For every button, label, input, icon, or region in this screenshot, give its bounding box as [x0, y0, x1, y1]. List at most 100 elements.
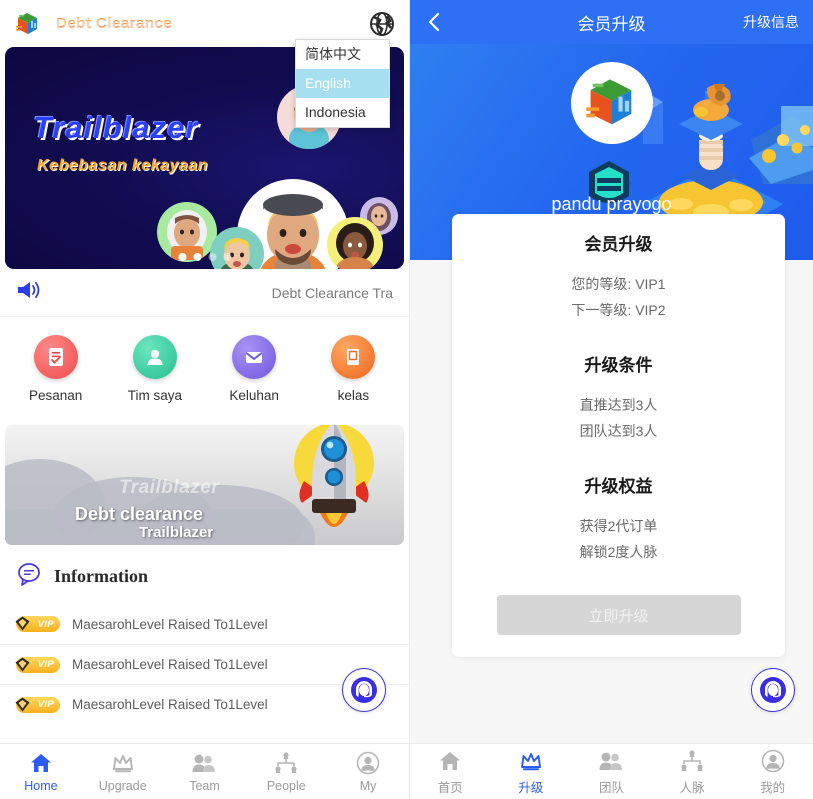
- avatar: [570, 62, 653, 144]
- upgrade-screen-panel: 会员升级 升级信息 pandu prayogo 会员升级 您的等级: VIP1 …: [410, 0, 813, 799]
- diamond-icon: [14, 656, 31, 673]
- conditions-title: 升级条件: [584, 356, 653, 375]
- diamond-icon: [14, 696, 31, 713]
- tab-label: 我的: [760, 780, 786, 795]
- card-title: 会员升级: [584, 235, 653, 254]
- promo-ghost-text: Trailblazer: [119, 477, 220, 498]
- upgrade-card: 会员升级 您的等级: VIP1 下一等级: VIP2 升级条件 直推达到3人 团…: [452, 214, 785, 657]
- tab-my[interactable]: My: [327, 750, 409, 793]
- brand-title: Debt Clearance: [56, 15, 173, 32]
- quick-action-keluhan[interactable]: Keluhan: [205, 335, 304, 403]
- condition-item: 直推达到3人: [579, 397, 658, 413]
- notice-text: Debt Clearance Tra: [271, 284, 393, 301]
- tab-label: 首页: [437, 780, 463, 795]
- tab-people[interactable]: 人脉: [652, 748, 733, 796]
- tab-home[interactable]: 首页: [410, 748, 491, 796]
- user-name: pandu prayogo: [551, 194, 672, 214]
- promo-line-1: Debt clearance: [75, 504, 204, 524]
- tab-people[interactable]: People: [245, 750, 327, 793]
- bottom-navigation: 首页 升级 团队 人脉 我的: [410, 743, 813, 799]
- promo-banner[interactable]: Trailblazer Debt clearance Trailblazer: [5, 425, 404, 545]
- avatar: [327, 217, 383, 269]
- tab-my[interactable]: 我的: [732, 748, 813, 796]
- speaker-icon: [16, 279, 42, 306]
- group-icon: [164, 750, 246, 776]
- envelope-icon: [232, 335, 277, 379]
- person-icon: [132, 335, 177, 379]
- current-level-text: 您的等级: VIP1: [571, 276, 666, 292]
- tab-upgrade[interactable]: Upgrade: [82, 750, 164, 793]
- benefit-item: 解锁2度人脉: [579, 544, 658, 560]
- user-icon: [732, 748, 813, 774]
- upgrade-header: 会员升级 升级信息: [410, 0, 813, 44]
- network-icon: [652, 748, 733, 774]
- network-icon: [245, 750, 327, 776]
- list-item-text: MaesarohLevel Raised To1Level: [72, 616, 268, 632]
- upgrade-now-button[interactable]: 立即升级: [496, 595, 741, 635]
- tab-team[interactable]: 团队: [571, 748, 652, 796]
- tab-label: People: [266, 779, 306, 793]
- language-option-en[interactable]: English: [296, 69, 389, 98]
- quick-action-kelas[interactable]: kelas: [304, 335, 403, 403]
- promo-line-2: Trailblazer: [139, 524, 214, 541]
- carousel-dot[interactable]: [193, 253, 201, 261]
- hero-subtitle: Kebebasan kekayaan: [37, 157, 208, 174]
- badge-label: VIP: [37, 659, 54, 670]
- quick-action-label: Keluhan: [229, 388, 279, 403]
- headset-support-icon: [760, 677, 786, 703]
- quick-action-label: Tim saya: [127, 388, 182, 403]
- carousel-dot[interactable]: [223, 253, 231, 261]
- status-badge: VIP: [14, 696, 60, 713]
- diamond-icon: [14, 615, 31, 632]
- carousel-dots[interactable]: [178, 253, 231, 261]
- benefit-item: 获得2代订单: [579, 518, 658, 534]
- tab-label: Home: [24, 779, 58, 793]
- book-icon: [331, 335, 376, 379]
- chevron-left-icon[interactable]: [424, 11, 446, 33]
- bottom-navigation: Home Upgrade Team People My: [0, 743, 409, 799]
- tab-label: Team: [189, 779, 220, 793]
- language-option-id[interactable]: Indonesia: [296, 98, 389, 127]
- app-root: Debt Clearance Trailblazer Kebebasan kek…: [0, 0, 813, 799]
- home-icon: [410, 748, 491, 774]
- upgrade-info-link[interactable]: 升级信息: [743, 12, 799, 32]
- order-icon: [33, 335, 78, 379]
- user-icon: [327, 750, 409, 776]
- list-item-text: MaesarohLevel Raised To1Level: [72, 657, 268, 672]
- list-item-text: MaesarohLevel Raised To1Level: [72, 697, 268, 712]
- headset-support-icon: [351, 677, 377, 703]
- cube-logo-icon: [14, 10, 42, 38]
- home-screen-panel: Debt Clearance Trailblazer Kebebasan kek…: [0, 0, 410, 799]
- information-header: Information: [0, 545, 409, 604]
- badge-label: VIP: [37, 699, 54, 710]
- home-icon: [0, 750, 82, 776]
- benefits-title: 升级权益: [584, 477, 653, 496]
- tab-label: My: [359, 779, 377, 793]
- list-item[interactable]: VIP MaesarohLevel Raised To1Level: [0, 604, 409, 644]
- carousel-dot[interactable]: [178, 253, 186, 261]
- globe-icon[interactable]: [367, 9, 397, 39]
- next-level-text: 下一等级: VIP2: [571, 302, 666, 318]
- badge-label: VIP: [37, 618, 54, 630]
- crown-icon: [491, 748, 572, 774]
- quick-action-label: Pesanan: [28, 388, 83, 403]
- hero-title: Trailblazer: [33, 110, 199, 145]
- tab-upgrade[interactable]: 升级: [491, 748, 572, 796]
- tab-home[interactable]: Home: [0, 750, 82, 793]
- rocket-icon: [288, 425, 380, 541]
- quick-action-label: kelas: [337, 388, 370, 403]
- customer-service-button[interactable]: [342, 668, 386, 712]
- speech-bubble-icon: [16, 561, 42, 592]
- customer-service-button[interactable]: [751, 668, 795, 712]
- language-option-zh[interactable]: 简体中文: [296, 40, 389, 69]
- tab-team[interactable]: Team: [164, 750, 246, 793]
- group-icon: [571, 748, 652, 774]
- language-dropdown[interactable]: 简体中文 English Indonesia: [295, 39, 390, 128]
- quick-action-tim-saya[interactable]: Tim saya: [105, 335, 204, 403]
- carousel-dot[interactable]: [208, 253, 216, 261]
- crown-icon: [82, 750, 164, 776]
- tab-label: 人脉: [679, 780, 705, 795]
- status-badge: VIP: [14, 656, 60, 673]
- quick-action-pesanan[interactable]: Pesanan: [6, 335, 105, 403]
- notice-bar[interactable]: Debt Clearance Tra: [0, 269, 409, 317]
